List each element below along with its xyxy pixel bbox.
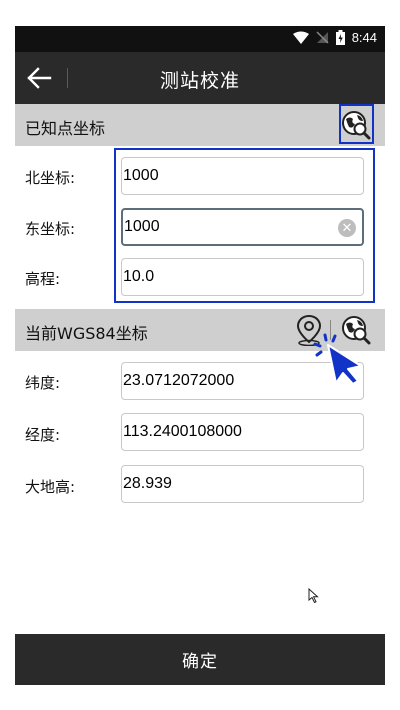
battery-icon [335,30,345,45]
wifi-icon [292,31,309,44]
elevation-label: 高程: [25,270,61,288]
no-signal-icon [316,31,329,44]
ellipsoid-height-label: 大地高: [25,478,76,496]
known-fields-highlight [114,148,375,303]
page-title: 测站校准 [159,70,240,92]
longitude-field: 113.2400108000 [121,413,364,451]
confirm-button[interactable]: 确定 [15,634,385,685]
wgs84-title: 当前WGS84坐标 [25,324,148,343]
ellipsoid-height-value: 28.939 [123,475,172,492]
known-point-title: 已知点坐标 [25,119,106,138]
known-point-header: 已知点坐标 [15,104,385,146]
app-screen: 8:44 测站校准 已知点坐标 北坐标: 1000 东坐标: 1000 ✕ 高程… [15,0,385,710]
ellipsoid-height-field: 28.939 [121,465,364,503]
latitude-value: 23.0712072000 [123,372,235,389]
globe-button-highlight [339,104,374,144]
longitude-value: 113.2400108000 [123,423,242,440]
mouse-cursor-icon [308,588,319,604]
title-bar: 测站校准 [15,52,385,104]
north-label: 北坐标: [25,169,76,187]
status-icons: 8:44 [292,30,377,45]
east-label: 东坐标: [25,220,76,238]
click-indicator-icon [313,333,362,385]
status-bar: 8:44 [15,26,385,52]
confirm-button-label: 确定 [182,652,218,672]
longitude-label: 经度: [25,426,61,444]
status-time: 8:44 [351,30,377,45]
latitude-label: 纬度: [25,374,61,392]
